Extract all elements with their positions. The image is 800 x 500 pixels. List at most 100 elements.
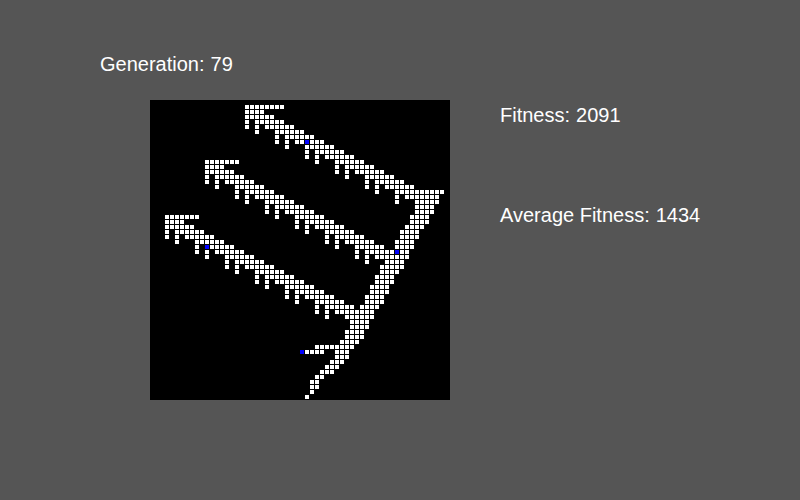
cell: [280, 195, 284, 199]
cell: [235, 180, 239, 184]
cell: [305, 220, 309, 224]
cell: [245, 125, 249, 129]
cell: [185, 225, 189, 229]
cell: [185, 230, 189, 234]
cell: [380, 175, 384, 179]
cell: [395, 265, 399, 269]
cell: [380, 170, 384, 174]
cell: [225, 245, 229, 249]
cell: [410, 245, 414, 249]
cell: [305, 350, 309, 354]
cell: [295, 220, 299, 224]
cell: [330, 300, 334, 304]
cell: [360, 335, 364, 339]
cell: [350, 160, 354, 164]
cell: [255, 105, 259, 109]
cell: [345, 155, 349, 159]
cell: [195, 235, 199, 239]
cell: [245, 180, 249, 184]
cell: [330, 370, 334, 374]
cell: [390, 275, 394, 279]
cell: [410, 235, 414, 239]
cell: [355, 160, 359, 164]
cell: [375, 300, 379, 304]
cell: [405, 225, 409, 229]
cell: [260, 110, 264, 114]
cell: [205, 160, 209, 164]
cell: [260, 265, 264, 269]
cell: [230, 250, 234, 254]
cell: [305, 395, 309, 399]
cell: [335, 235, 339, 239]
cell: [295, 280, 299, 284]
cell: [300, 280, 304, 284]
cell: [285, 290, 289, 294]
cell: [295, 290, 299, 294]
cell: [430, 195, 434, 199]
cell: [325, 370, 329, 374]
cell: [380, 285, 384, 289]
cell: [180, 225, 184, 229]
cell: [365, 240, 369, 244]
cell: [345, 355, 349, 359]
cell: [425, 200, 429, 204]
cell: [320, 370, 324, 374]
cell: [370, 305, 374, 309]
cell: [345, 240, 349, 244]
cell: [275, 275, 279, 279]
cell: [175, 220, 179, 224]
cell: [295, 295, 299, 299]
cell: [185, 215, 189, 219]
cell: [310, 140, 314, 144]
cell: [255, 275, 259, 279]
cell: [295, 225, 299, 229]
cell: [320, 375, 324, 379]
cell: [280, 105, 284, 109]
cell: [395, 200, 399, 204]
cell: [245, 200, 249, 204]
cell: [255, 110, 259, 114]
cell: [235, 190, 239, 194]
cell: [345, 315, 349, 319]
cell: [310, 290, 314, 294]
cell: [365, 170, 369, 174]
cell: [275, 125, 279, 129]
cell: [315, 225, 319, 229]
cell: [230, 170, 234, 174]
cell: [400, 185, 404, 189]
cell: [420, 200, 424, 204]
cell: [225, 160, 229, 164]
blue-cell: [205, 245, 209, 249]
cell: [225, 250, 229, 254]
cell: [245, 185, 249, 189]
cell: [285, 210, 289, 214]
cell: [345, 165, 349, 169]
cell: [365, 315, 369, 319]
cell: [250, 115, 254, 119]
cell: [350, 230, 354, 234]
cell: [290, 205, 294, 209]
cell: [250, 105, 254, 109]
cell: [190, 225, 194, 229]
cell: [300, 130, 304, 134]
cell: [345, 305, 349, 309]
cell: [265, 205, 269, 209]
cell: [355, 240, 359, 244]
cell: [360, 170, 364, 174]
cell: [375, 255, 379, 259]
cell: [210, 240, 214, 244]
cell: [380, 280, 384, 284]
cell: [330, 150, 334, 154]
cell: [325, 300, 329, 304]
cell: [410, 240, 414, 244]
cell: [275, 200, 279, 204]
cell: [175, 240, 179, 244]
cell: [280, 270, 284, 274]
cell: [290, 135, 294, 139]
cell: [355, 170, 359, 174]
cell: [290, 210, 294, 214]
cell: [415, 230, 419, 234]
cell: [315, 350, 319, 354]
cell: [415, 210, 419, 214]
cell: [310, 295, 314, 299]
